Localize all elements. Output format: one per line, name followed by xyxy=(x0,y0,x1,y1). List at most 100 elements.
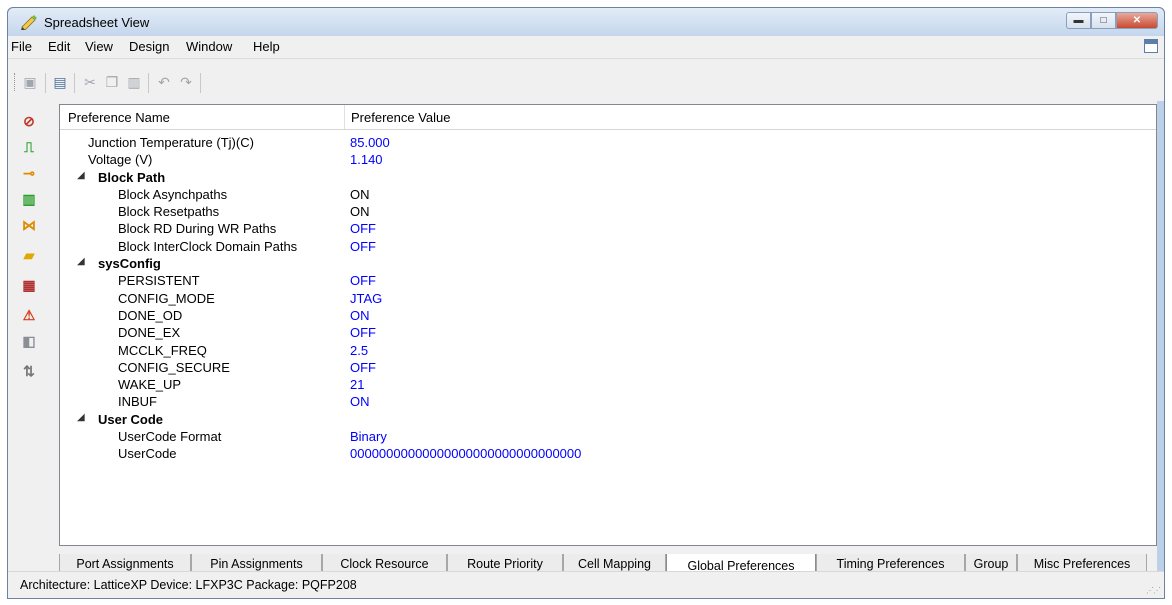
preference-name: DONE_EX xyxy=(118,325,181,341)
preference-value[interactable]: 21 xyxy=(350,377,364,392)
preference-value[interactable]: 1.140 xyxy=(350,152,383,167)
menu-bar: File Edit View Design Window Help xyxy=(8,36,1164,59)
preference-name: DONE_OD xyxy=(118,307,183,323)
app-window: Spreadsheet View ▬ □ ✕ File Edit View De… xyxy=(7,7,1165,599)
clear-warning-icon[interactable]: ◧ xyxy=(18,331,40,351)
expand-collapse-icon[interactable]: ◢ xyxy=(77,412,85,423)
table-row[interactable]: Block Asynchpaths ON xyxy=(60,187,1156,204)
preference-value[interactable]: ON xyxy=(350,394,370,409)
preference-value[interactable]: OFF xyxy=(350,239,376,254)
toolbar-separator xyxy=(45,73,46,93)
save-icon[interactable]: ▣ xyxy=(22,74,38,90)
group-label: sysConfig xyxy=(98,256,161,272)
preference-name: INBUF xyxy=(118,394,157,410)
preference-value[interactable]: ON xyxy=(350,308,370,323)
preference-value[interactable]: OFF xyxy=(350,325,376,340)
status-bar: Architecture: LatticeXP Device: LFXP3C P… xyxy=(8,571,1164,598)
group-icon[interactable]: ▰ xyxy=(18,245,40,265)
preference-name: WAKE_UP xyxy=(118,377,182,393)
table-row[interactable]: MCCLK_FREQ 2.5 xyxy=(60,343,1156,360)
clock-wave-icon[interactable]: ⎍ xyxy=(18,137,40,157)
preference-value[interactable]: ON xyxy=(350,187,370,202)
group-row[interactable]: ◢ sysConfig xyxy=(60,256,1156,273)
grid-header: Preference Name Preference Value xyxy=(60,105,1156,130)
preference-value[interactable]: 00000000000000000000000000000000 xyxy=(350,446,581,461)
preference-name: CONFIG_SECURE xyxy=(118,359,230,375)
preference-name: Junction Temperature (Tj)(C) xyxy=(88,135,254,150)
table-row[interactable]: UserCode 00000000000000000000000000000000 xyxy=(60,446,1156,463)
preference-value[interactable]: ON xyxy=(350,204,370,219)
group-row[interactable]: ◢ User Code xyxy=(60,412,1156,429)
table-row[interactable]: Block Resetpaths ON xyxy=(60,204,1156,221)
delay-icon[interactable]: ⋈ xyxy=(18,215,40,235)
table-row[interactable]: Block InterClock Domain Paths OFF xyxy=(60,239,1156,256)
no-route-icon[interactable]: ⊘ xyxy=(18,111,40,131)
preference-value[interactable]: 85.000 xyxy=(350,135,390,150)
toolbar: ▣ ▤ ✂ ❐ ▥ ↶ ↷ xyxy=(8,59,1164,101)
column-header-value[interactable]: Preference Value xyxy=(351,110,451,125)
resize-grip[interactable]: ⋰⋰ xyxy=(1146,586,1161,595)
preference-name: PERSISTENT xyxy=(118,273,200,289)
copy-icon[interactable]: ❐ xyxy=(104,74,120,90)
close-button[interactable]: ✕ xyxy=(1116,12,1158,29)
preference-value[interactable]: JTAG xyxy=(350,291,382,306)
menu-window[interactable]: Window xyxy=(186,39,232,54)
table-row[interactable]: UserCode Format Binary xyxy=(60,429,1156,446)
table-row[interactable]: Junction Temperature (Tj)(C) 85.000 xyxy=(60,135,1156,152)
table-row[interactable]: DONE_OD ON xyxy=(60,308,1156,325)
column-divider[interactable] xyxy=(344,105,345,129)
warning-icon[interactable]: ⚠ xyxy=(18,305,40,325)
preference-name: Voltage (V) xyxy=(88,152,153,168)
clock-skew-icon[interactable]: ▥ xyxy=(18,189,40,209)
toolbar-grip[interactable] xyxy=(14,73,17,91)
menu-edit[interactable]: Edit xyxy=(48,39,70,54)
main-panel: Preference Name Preference Value Junctio… xyxy=(54,101,1157,580)
preference-value[interactable]: OFF xyxy=(350,360,376,375)
print-icon[interactable]: ▤ xyxy=(52,74,68,90)
preference-name: CONFIG_MODE xyxy=(118,290,215,306)
group-label: User Code xyxy=(98,411,164,427)
restore-panel-icon[interactable] xyxy=(1144,39,1158,53)
undo-icon[interactable]: ↶ xyxy=(156,74,172,90)
preference-name: Block RD During WR Paths xyxy=(118,221,277,237)
table-row[interactable]: INBUF ON xyxy=(60,394,1156,411)
menu-design[interactable]: Design xyxy=(129,39,169,54)
table-row[interactable]: PERSISTENT OFF xyxy=(60,273,1156,290)
minimize-button[interactable]: ▬ xyxy=(1066,12,1091,29)
expand-collapse-icon[interactable]: ◢ xyxy=(77,256,85,267)
preference-name: Block InterClock Domain Paths xyxy=(118,238,298,254)
redo-icon[interactable]: ↷ xyxy=(178,74,194,90)
preference-value[interactable]: OFF xyxy=(350,273,376,288)
group-label: Block Path xyxy=(98,169,166,185)
status-text: Architecture: LatticeXP Device: LFXP3C P… xyxy=(20,578,357,592)
table-row[interactable]: Block RD During WR Paths OFF xyxy=(60,221,1156,238)
preferences-grid: Preference Name Preference Value Junctio… xyxy=(59,104,1157,546)
preference-value[interactable]: OFF xyxy=(350,221,376,236)
table-row[interactable]: CONFIG_SECURE OFF xyxy=(60,360,1156,377)
menu-help[interactable]: Help xyxy=(253,39,280,54)
paste-icon[interactable]: ▥ xyxy=(126,74,142,90)
cut-icon[interactable]: ✂ xyxy=(82,74,98,90)
table-row[interactable]: WAKE_UP 21 xyxy=(60,377,1156,394)
menu-file[interactable]: File xyxy=(11,39,32,54)
sort-icon[interactable]: ⇅ xyxy=(18,361,40,381)
preference-name: MCCLK_FREQ xyxy=(118,342,207,358)
preference-name: Block Asynchpaths xyxy=(118,186,228,202)
table-row[interactable]: DONE_EX OFF xyxy=(60,325,1156,342)
column-header-name[interactable]: Preference Name xyxy=(68,110,170,125)
preference-name: UserCode Format xyxy=(118,429,222,445)
waveform-icon[interactable]: ▦ xyxy=(18,275,40,295)
group-row[interactable]: ◢ Block Path xyxy=(60,170,1156,187)
menu-view[interactable]: View xyxy=(85,39,113,54)
preference-value[interactable]: Binary xyxy=(350,429,387,444)
preference-value[interactable]: 2.5 xyxy=(350,343,368,358)
table-row[interactable]: CONFIG_MODE JTAG xyxy=(60,291,1156,308)
path-icon[interactable]: ⊸ xyxy=(18,163,40,183)
toolbar-separator xyxy=(148,73,149,93)
grid-rows: Junction Temperature (Tj)(C) 85.000 Voltag… xyxy=(60,135,1156,464)
expand-collapse-icon[interactable]: ◢ xyxy=(77,170,85,181)
table-row[interactable]: Voltage (V) 1.140 xyxy=(60,152,1156,169)
maximize-button[interactable]: □ xyxy=(1091,12,1116,29)
toolbar-separator xyxy=(74,73,75,93)
title-bar[interactable]: Spreadsheet View ▬ □ ✕ xyxy=(8,8,1164,36)
